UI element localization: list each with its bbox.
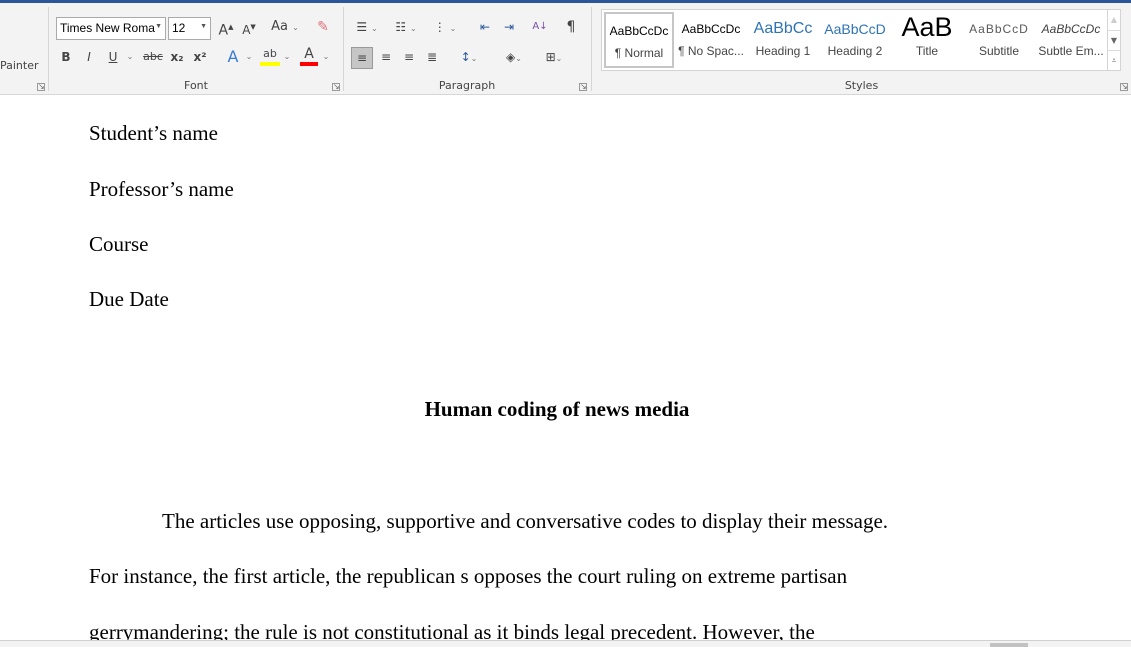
borders-icon[interactable]: ⊞⌄ <box>539 47 569 69</box>
style-preview: AaBbCc <box>753 20 813 37</box>
strikethrough-button[interactable]: abc <box>141 47 165 69</box>
scrollbar-thumb[interactable] <box>990 643 1028 647</box>
font-group: Times New Roma ▼ 12 ▼ A▲ A▼ Aa ⌄ ✎ B I U ⌄… <box>49 6 343 94</box>
shrink-font-button[interactable]: A▼ <box>239 17 259 39</box>
style-heading-1[interactable]: AaBbCc Heading 1 <box>748 12 818 68</box>
line-spacing-icon[interactable]: ↕⌄ <box>454 47 484 69</box>
style-preview: AaBbCcD <box>824 21 886 37</box>
paragraph-group: ☰ ⌄ ☷ ⌄ ⋮ ⌄ ⇤ ⇥ A↓ ¶ ≡ ≡ ≡ ≣ ↕⌄ ◈⌄ ⊞⌄ Pa… <box>344 6 590 94</box>
bold-button[interactable]: B <box>56 47 76 69</box>
style-name: Heading 1 <box>755 44 811 58</box>
document-page[interactable]: Student’s name Professor’s name Course D… <box>0 96 1131 644</box>
style-no-spacing[interactable]: AaBbCcDc ¶ No Spac... <box>676 12 746 68</box>
style-name: Heading 2 <box>827 44 883 58</box>
numbering-icon[interactable]: ☷ ⌄ <box>391 17 421 39</box>
font-name-combo[interactable]: Times New Roma ▼ <box>56 17 166 40</box>
clipboard-group: Painter ↘ <box>0 6 48 94</box>
font-launcher-icon[interactable]: ↘ <box>332 83 340 91</box>
style-preview: AaBbCcDc <box>609 24 669 38</box>
change-case-label: Aa <box>271 19 288 34</box>
style-name: Title <box>915 44 939 58</box>
format-painter-button[interactable]: Painter <box>0 56 39 78</box>
decrease-indent-icon[interactable]: ⇤ <box>475 17 495 39</box>
style-name: ¶ No Spac... <box>678 44 744 58</box>
align-left-icon[interactable]: ≡ <box>351 47 373 69</box>
align-center-icon[interactable]: ≡ <box>376 47 396 69</box>
bullets-icon[interactable]: ☰ ⌄ <box>352 17 382 39</box>
style-subtitle[interactable]: AaBbCcD Subtitle <box>964 12 1034 68</box>
styles-launcher-icon[interactable]: ↘ <box>1120 83 1128 91</box>
superscript-button[interactable]: x² <box>190 47 210 69</box>
font-group-label: Font <box>184 79 208 92</box>
due-date-line: Due Date <box>89 287 169 311</box>
font-color-button[interactable]: A <box>300 44 318 66</box>
horizontal-scrollbar[interactable] <box>0 640 1131 647</box>
style-preview: AaBbCcDc <box>681 22 741 36</box>
show-formatting-icon[interactable]: ¶ <box>561 17 581 39</box>
styles-gallery: AaBbCcDc ¶ Normal AaBbCcDc ¶ No Spac... Aa… <box>601 9 1113 71</box>
text-effects-button[interactable]: A <box>222 47 244 69</box>
font-name-value: Times New Roma <box>60 21 155 35</box>
styles-more-icon[interactable]: ⩡ <box>1108 50 1120 70</box>
increase-indent-icon[interactable]: ⇥ <box>499 17 519 39</box>
style-name: ¶ Normal <box>614 46 664 60</box>
text-effects-dropdown-icon[interactable]: ⌄ <box>244 47 254 69</box>
course-line: Course <box>89 232 149 256</box>
style-name: Subtitle <box>978 44 1020 58</box>
body-line: The articles use opposing, supportive an… <box>162 509 889 533</box>
align-right-icon[interactable]: ≡ <box>399 47 419 69</box>
justify-icon[interactable]: ≣ <box>422 47 442 69</box>
styles-down-icon[interactable]: ▼ <box>1108 30 1120 50</box>
style-preview: AaBbCcD <box>969 22 1029 36</box>
highlight-dropdown-icon[interactable]: ⌄ <box>282 47 292 69</box>
styles-scroll[interactable]: ▲ ▼ ⩡ <box>1107 9 1121 71</box>
style-normal[interactable]: AaBbCcDc ¶ Normal <box>604 12 674 68</box>
style-title[interactable]: AaB Title <box>892 12 962 68</box>
style-preview: AaBbCcDc <box>1041 22 1101 36</box>
style-subtle-emphasis[interactable]: AaBbCcDc Subtle Em... <box>1036 12 1106 68</box>
italic-button[interactable]: I <box>79 47 99 69</box>
font-size-value: 12 <box>172 21 186 35</box>
clipboard-launcher-icon[interactable]: ↘ <box>37 83 45 91</box>
paragraph-group-label: Paragraph <box>438 79 496 92</box>
underline-dropdown-icon[interactable]: ⌄ <box>125 47 135 69</box>
underline-button[interactable]: U <box>103 47 123 69</box>
style-name: Subtle Em... <box>1038 44 1104 58</box>
subscript-button[interactable]: x₂ <box>167 47 187 69</box>
grow-font-icon: A <box>218 22 229 39</box>
change-case-button[interactable]: Aa ⌄ <box>268 17 302 39</box>
style-heading-2[interactable]: AaBbCcD Heading 2 <box>820 12 890 68</box>
font-size-combo[interactable]: 12 ▼ <box>168 17 211 40</box>
font-color-dropdown-icon[interactable]: ⌄ <box>321 47 331 69</box>
highlight-button[interactable]: ab <box>260 44 280 66</box>
professor-name-line: Professor’s name <box>89 177 234 201</box>
clear-formatting-icon[interactable]: ✎ <box>313 17 333 39</box>
multilevel-list-icon[interactable]: ⋮ ⌄ <box>430 17 460 39</box>
ribbon: Painter ↘ Times New Roma ▼ 12 ▼ A▲ A▼ Aa ⌄… <box>0 3 1131 95</box>
shading-icon[interactable]: ◈⌄ <box>499 47 529 69</box>
styles-up-icon[interactable]: ▲ <box>1108 10 1120 30</box>
document-title: Human coding of news media <box>424 397 690 421</box>
paragraph-launcher-icon[interactable]: ↘ <box>579 83 587 91</box>
student-name-line: Student’s name <box>89 121 218 145</box>
sort-icon[interactable]: A↓ <box>530 17 550 39</box>
styles-group-label: Styles <box>844 79 879 92</box>
grow-font-button[interactable]: A▲ <box>216 17 236 39</box>
body-line: For instance, the first article, the rep… <box>89 564 848 588</box>
style-preview: AaB <box>901 12 953 42</box>
